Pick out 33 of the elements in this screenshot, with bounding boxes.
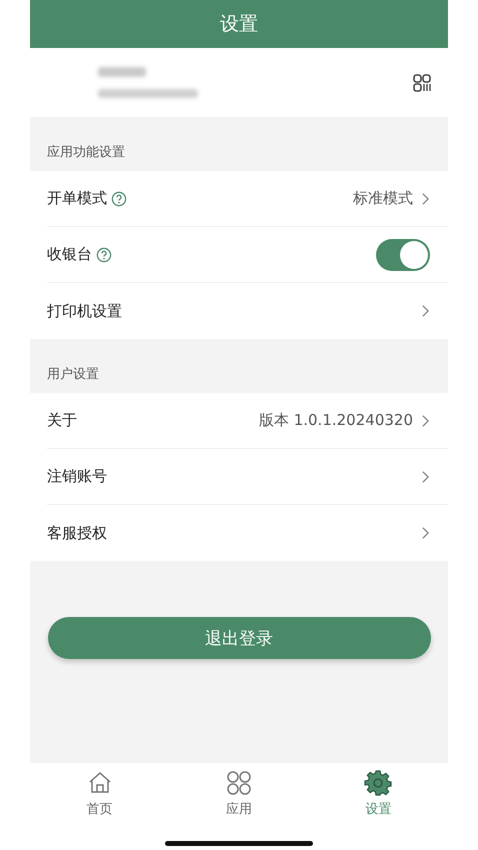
row-label: 开单模式 bbox=[47, 189, 107, 208]
chevron-right-icon bbox=[421, 192, 430, 206]
settings-row[interactable]: 打印机设置 bbox=[47, 283, 448, 339]
settings-row[interactable]: 开单模式 标准模式 bbox=[47, 171, 448, 227]
apps-icon bbox=[224, 769, 253, 797]
section-title: 应用功能设置 bbox=[47, 144, 125, 161]
help-icon[interactable] bbox=[96, 246, 112, 262]
help-icon[interactable] bbox=[111, 190, 127, 206]
settings-row[interactable]: 收银台 bbox=[47, 227, 448, 283]
tab-item[interactable]: 设置 bbox=[308, 763, 448, 833]
tab-item[interactable]: 首页 bbox=[30, 763, 170, 833]
row-label: 注销账号 bbox=[47, 467, 107, 486]
chevron-right-icon bbox=[421, 414, 430, 428]
logout-button[interactable]: 退出登录 bbox=[48, 617, 430, 659]
chevron-right-icon bbox=[421, 526, 430, 540]
chevron-right-icon bbox=[421, 470, 430, 484]
qr-code-icon[interactable] bbox=[412, 72, 432, 92]
settings-row[interactable]: 注销账号 bbox=[47, 449, 448, 505]
row-label: 关于 bbox=[47, 411, 77, 430]
row-label: 收银台 bbox=[47, 245, 92, 264]
tab-item[interactable]: 应用 bbox=[169, 763, 309, 833]
page-title: 设置 bbox=[220, 12, 258, 37]
row-value: 版本 1.0.1.20240320 bbox=[258, 411, 413, 430]
blurred-name bbox=[98, 67, 146, 77]
settings-row[interactable]: 关于 版本 1.0.1.20240320 bbox=[47, 393, 448, 449]
gear-icon bbox=[364, 769, 392, 797]
chevron-right-icon bbox=[421, 304, 430, 318]
toggle-switch[interactable] bbox=[376, 238, 430, 270]
settings-row[interactable]: 客服授权 bbox=[47, 505, 448, 561]
section-title: 用户设置 bbox=[47, 366, 99, 383]
row-label: 打印机设置 bbox=[47, 302, 122, 320]
row-label: 客服授权 bbox=[47, 524, 107, 542]
row-value: 标准模式 bbox=[353, 189, 413, 208]
